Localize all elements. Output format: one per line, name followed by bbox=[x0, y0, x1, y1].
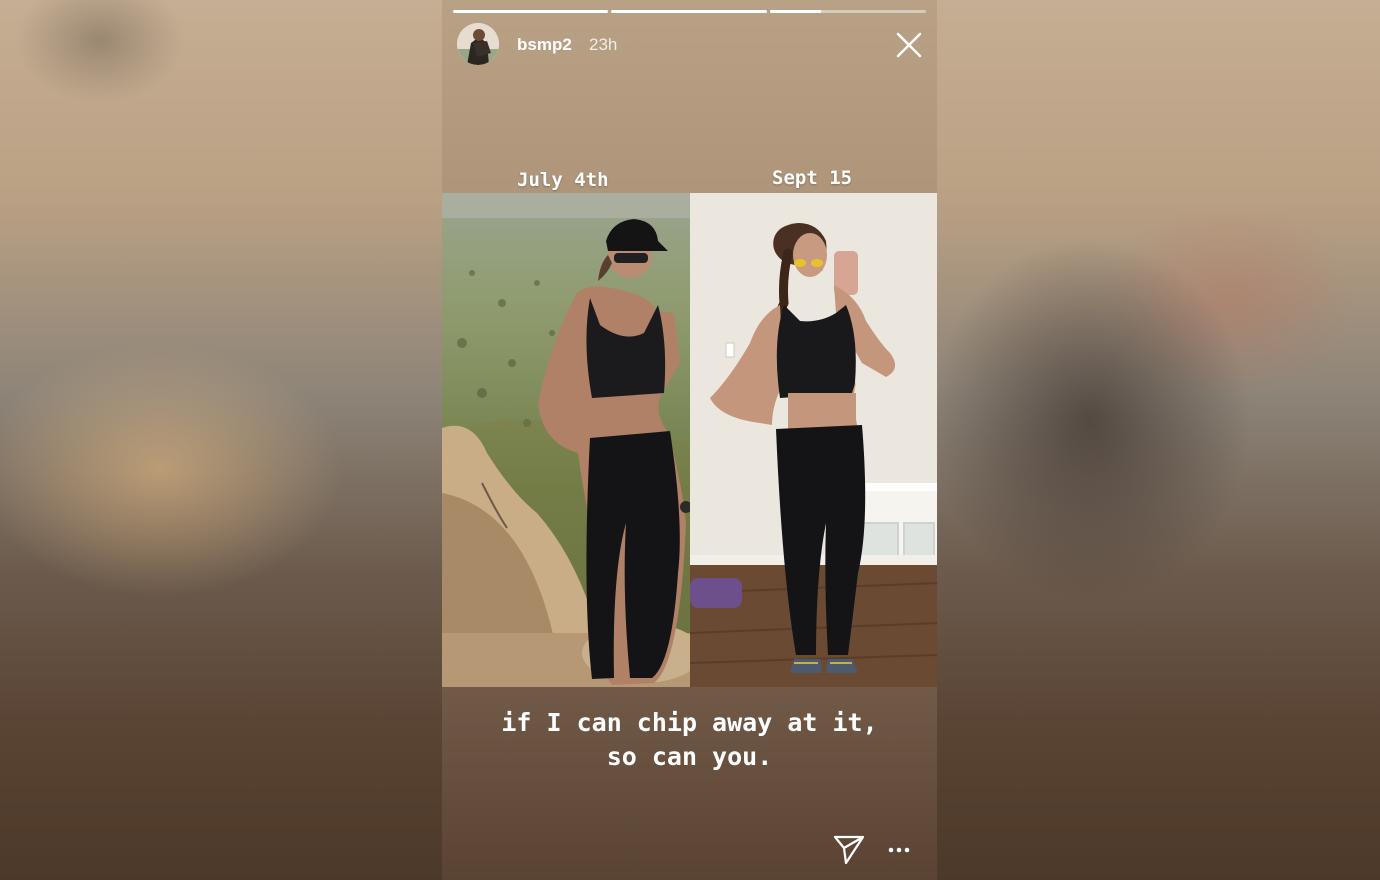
photo-after bbox=[690, 193, 937, 687]
share-button[interactable] bbox=[832, 832, 866, 866]
caption-line-1: if I can chip away at it, bbox=[501, 708, 878, 737]
story-progress-segment-2 bbox=[611, 10, 767, 13]
avatar-image bbox=[457, 23, 499, 65]
caption-line-2: so can you. bbox=[606, 742, 773, 771]
photo-label-after: Sept 15 bbox=[772, 167, 853, 189]
photo-before bbox=[442, 193, 690, 687]
more-horizontal-icon bbox=[888, 847, 910, 853]
story-progress-segment-1 bbox=[453, 10, 608, 13]
photo-label-before: July 4th bbox=[517, 169, 609, 191]
close-button[interactable] bbox=[894, 30, 924, 60]
progress-fill bbox=[770, 10, 822, 13]
more-options-button[interactable] bbox=[886, 838, 912, 862]
photo-before-image bbox=[442, 193, 690, 687]
progress-fill bbox=[453, 10, 608, 13]
story-progress-segment-3 bbox=[770, 10, 926, 13]
close-icon bbox=[896, 32, 922, 58]
story-caption: if I can chip away at it, so can you. bbox=[442, 706, 937, 774]
story-viewer[interactable]: bsmp2 23h July 4th Sept 15 if I can chip… bbox=[442, 0, 937, 880]
photo-after-image bbox=[690, 193, 937, 687]
username[interactable]: bsmp2 bbox=[517, 35, 572, 55]
timestamp: 23h bbox=[589, 35, 618, 54]
avatar[interactable] bbox=[457, 23, 499, 65]
progress-fill bbox=[611, 10, 767, 13]
paper-plane-icon bbox=[833, 835, 865, 865]
